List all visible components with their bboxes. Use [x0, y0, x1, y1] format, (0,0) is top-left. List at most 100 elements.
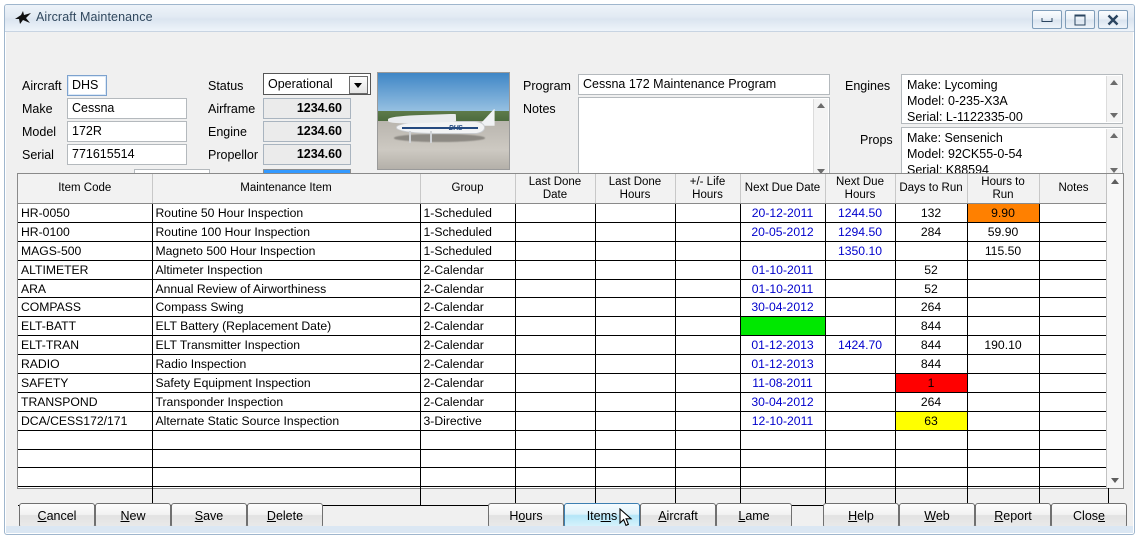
col-last-done-date[interactable]: Last Done Date: [515, 174, 596, 204]
cell-code[interactable]: ELT-BATT: [18, 316, 153, 337]
cell-notes[interactable]: [1039, 260, 1109, 280]
table-row[interactable]: [18, 449, 1109, 469]
cell-code[interactable]: [18, 430, 153, 450]
cell-last-done-hours[interactable]: [595, 373, 676, 393]
cell-notes[interactable]: [1039, 203, 1109, 223]
cell-life-hours[interactable]: [675, 354, 741, 375]
cell-days-to-run[interactable]: 52: [895, 279, 968, 299]
cell-days-to-run[interactable]: 844: [895, 354, 968, 375]
make-input[interactable]: Cessna: [67, 98, 187, 119]
cell-last-done-date[interactable]: [515, 279, 596, 299]
cell-group[interactable]: [420, 467, 516, 488]
cell-last-done-hours[interactable]: [595, 392, 676, 412]
props-list[interactable]: Make: Sensenich Model: 92CK55-0-54 Seria…: [901, 127, 1123, 179]
cell-group[interactable]: 2-Calendar: [420, 354, 516, 375]
cell-group[interactable]: 1-Scheduled: [420, 222, 516, 242]
cell-last-done-date[interactable]: [515, 373, 596, 393]
cell-last-done-date[interactable]: [515, 260, 596, 280]
cell-item[interactable]: [152, 467, 421, 488]
cell-life-hours[interactable]: [675, 373, 741, 393]
cell-life-hours[interactable]: [675, 449, 741, 469]
notes-textarea[interactable]: [578, 97, 830, 180]
cell-next-due-hours[interactable]: [825, 260, 896, 280]
cell-group[interactable]: 2-Calendar: [420, 392, 516, 412]
grid-scrollbar[interactable]: [1106, 174, 1123, 488]
table-row[interactable]: DCA/CESS172/171 Alternate Static Source I…: [18, 411, 1109, 431]
cell-group[interactable]: 2-Calendar: [420, 297, 516, 318]
table-row[interactable]: [18, 467, 1109, 488]
cell-last-done-hours[interactable]: [595, 411, 676, 431]
cell-life-hours[interactable]: [675, 467, 741, 488]
cell-next-due-date[interactable]: 11-08-2011: [740, 373, 826, 393]
cell-last-done-hours[interactable]: [595, 354, 676, 375]
table-row[interactable]: TRANSPOND Transponder Inspection 2-Calenda…: [18, 392, 1109, 412]
maximize-button[interactable]: [1065, 10, 1095, 29]
cell-next-due-date[interactable]: 12-10-2011: [740, 411, 826, 431]
cell-code[interactable]: ALTIMETER: [18, 260, 153, 280]
cell-group[interactable]: [420, 430, 516, 450]
cell-code[interactable]: DCA/CESS172/171: [18, 411, 153, 431]
cell-last-done-date[interactable]: [515, 467, 596, 488]
col-next-due-hours[interactable]: Next Due Hours: [825, 174, 896, 204]
cell-life-hours[interactable]: [675, 279, 741, 299]
engines-scrollbar[interactable]: [1106, 76, 1121, 122]
close-button[interactable]: [1098, 10, 1128, 29]
cell-code[interactable]: [18, 449, 153, 469]
engines-list[interactable]: Make: Lycoming Model: 0-235-X3A Serial: …: [901, 74, 1123, 124]
airframe-input[interactable]: 1234.60: [263, 98, 351, 119]
cell-next-due-date[interactable]: 01-10-2011: [740, 260, 826, 280]
cell-life-hours[interactable]: [675, 316, 741, 337]
cell-days-to-run[interactable]: [895, 467, 968, 488]
cell-item[interactable]: [152, 430, 421, 450]
cell-next-due-date[interactable]: [740, 241, 826, 261]
minimize-button[interactable]: [1032, 10, 1062, 29]
cell-item[interactable]: Routine 50 Hour Inspection: [152, 203, 421, 223]
cell-last-done-date[interactable]: [515, 430, 596, 450]
aircraft-button[interactable]: Aircraft: [640, 503, 716, 528]
col-maintenance-item[interactable]: Maintenance Item: [152, 174, 421, 204]
cell-hours-to-run[interactable]: 59.90: [967, 222, 1040, 242]
cell-last-done-hours[interactable]: [595, 203, 676, 223]
cell-last-done-hours[interactable]: [595, 449, 676, 469]
cell-next-due-date[interactable]: [740, 449, 826, 469]
cell-days-to-run[interactable]: 284: [895, 222, 968, 242]
cell-next-due-date[interactable]: 01-10-2011: [740, 279, 826, 299]
cell-item[interactable]: Altimeter Inspection: [152, 260, 421, 280]
cell-days-to-run[interactable]: 132: [895, 203, 968, 223]
cell-last-done-hours[interactable]: [595, 335, 676, 356]
cell-next-due-date[interactable]: [740, 316, 826, 337]
cell-next-due-hours[interactable]: [825, 354, 896, 375]
cell-next-due-hours[interactable]: 1244.50: [825, 203, 896, 223]
cell-next-due-hours[interactable]: 1350.10: [825, 241, 896, 261]
cell-next-due-date[interactable]: [740, 467, 826, 488]
web-button[interactable]: Web: [899, 503, 975, 528]
cell-next-due-date[interactable]: 30-04-2012: [740, 392, 826, 412]
cell-next-due-hours[interactable]: [825, 373, 896, 393]
cell-days-to-run[interactable]: 1: [895, 373, 968, 393]
cell-days-to-run[interactable]: 844: [895, 316, 968, 337]
scroll-down-icon[interactable]: [1111, 478, 1119, 483]
col-notes[interactable]: Notes: [1039, 174, 1109, 204]
cell-hours-to-run[interactable]: [967, 260, 1040, 280]
cell-next-due-hours[interactable]: [825, 392, 896, 412]
cell-notes[interactable]: [1039, 241, 1109, 261]
cell-next-due-hours[interactable]: [825, 316, 896, 337]
cell-hours-to-run[interactable]: 9.90: [967, 203, 1040, 223]
cell-item[interactable]: Radio Inspection: [152, 354, 421, 375]
cell-item[interactable]: Magneto 500 Hour Inspection: [152, 241, 421, 261]
cell-item[interactable]: Alternate Static Source Inspection: [152, 411, 421, 431]
cell-last-done-date[interactable]: [515, 203, 596, 223]
cell-notes[interactable]: [1039, 449, 1109, 469]
cell-days-to-run[interactable]: [895, 241, 968, 261]
cell-group[interactable]: 2-Calendar: [420, 373, 516, 393]
cell-next-due-hours[interactable]: 1294.50: [825, 222, 896, 242]
table-row[interactable]: HR-0050 Routine 50 Hour Inspection 1-Sched…: [18, 203, 1109, 223]
cell-group[interactable]: 2-Calendar: [420, 260, 516, 280]
cell-life-hours[interactable]: [675, 411, 741, 431]
cell-hours-to-run[interactable]: [967, 279, 1040, 299]
cell-last-done-date[interactable]: [515, 392, 596, 412]
scroll-down-icon[interactable]: [1110, 113, 1118, 118]
cell-life-hours[interactable]: [675, 241, 741, 261]
close-action-button[interactable]: Close: [1051, 503, 1127, 528]
cell-code[interactable]: TRANSPOND: [18, 392, 153, 412]
